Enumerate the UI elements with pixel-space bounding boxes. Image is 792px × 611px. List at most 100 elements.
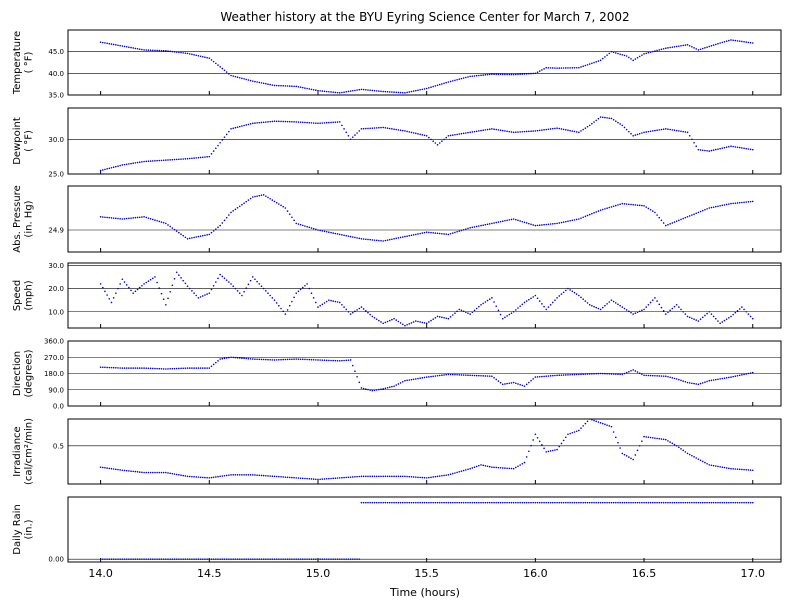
data-point-temperature xyxy=(645,52,648,55)
data-point-rain xyxy=(515,501,517,504)
data-point-pressure xyxy=(573,219,576,221)
data-point-pressure xyxy=(667,223,669,226)
data-point-pressure xyxy=(180,233,182,235)
data-point-speed xyxy=(493,301,495,303)
data-point-pressure xyxy=(191,237,193,239)
data-point-temperature xyxy=(336,91,339,94)
data-point-direction xyxy=(434,375,437,377)
data-point-direction xyxy=(678,378,680,381)
data-point-speed xyxy=(662,310,665,312)
data-point-temperature xyxy=(125,46,128,48)
data-point-speed xyxy=(125,284,128,286)
data-point-temperature xyxy=(630,58,632,60)
data-point-irradiance xyxy=(356,475,358,478)
data-point-temperature xyxy=(512,73,515,76)
data-point-rain xyxy=(397,501,400,504)
data-point-pressure xyxy=(521,220,524,223)
data-point-direction xyxy=(371,389,374,392)
data-point-direction xyxy=(428,376,430,378)
data-point-direction xyxy=(341,359,343,362)
data-point-speed xyxy=(686,315,689,318)
data-point-pressure xyxy=(530,223,532,226)
data-point-pressure xyxy=(173,228,176,231)
data-point-dewpoint xyxy=(580,130,582,132)
data-point-rain xyxy=(378,501,380,504)
data-point-pressure xyxy=(743,201,745,204)
data-point-temperature xyxy=(132,47,135,49)
data-point-temperature xyxy=(447,81,450,83)
data-point-rain xyxy=(630,501,632,504)
data-point-dewpoint xyxy=(632,134,634,137)
data-point-speed xyxy=(149,278,152,281)
data-point-dewpoint xyxy=(706,150,708,152)
data-point-pressure xyxy=(330,231,332,234)
y-tick-label-direction: 180.0 xyxy=(44,370,64,378)
data-point-speed xyxy=(299,288,302,291)
data-point-speed xyxy=(165,303,167,306)
data-point-speed xyxy=(251,276,254,278)
data-point-irradiance xyxy=(604,423,606,426)
data-point-dewpoint xyxy=(180,158,182,160)
data-point-speed xyxy=(456,310,458,313)
data-point-irradiance xyxy=(188,475,191,478)
data-point-speed xyxy=(458,308,461,311)
data-point-direction xyxy=(265,358,267,361)
data-point-pressure xyxy=(108,216,111,219)
data-point-pressure xyxy=(638,204,641,207)
data-point-direction xyxy=(717,378,719,381)
data-point-direction xyxy=(284,358,287,361)
data-point-irradiance xyxy=(621,452,624,455)
data-point-temperature xyxy=(747,41,750,44)
data-point-direction xyxy=(143,367,145,369)
data-point-pressure xyxy=(606,207,608,210)
data-point-direction xyxy=(278,358,280,361)
data-point-irradiance xyxy=(162,471,165,474)
data-point-speed xyxy=(238,292,241,294)
data-point-rain xyxy=(167,558,169,560)
data-point-temperature xyxy=(121,45,124,47)
data-point-pressure xyxy=(708,207,711,209)
data-point-dewpoint xyxy=(371,127,374,129)
data-point-speed xyxy=(154,276,156,278)
data-point-temperature xyxy=(588,63,591,65)
panel-frame-pressure xyxy=(67,185,782,253)
data-point-pressure xyxy=(512,218,515,220)
data-point-pressure xyxy=(128,217,130,220)
data-point-pressure xyxy=(165,222,167,225)
data-point-irradiance xyxy=(506,467,508,470)
data-point-speed xyxy=(634,312,637,314)
data-point-dewpoint xyxy=(475,130,478,133)
data-point-speed xyxy=(130,289,132,292)
data-point-temperature xyxy=(212,60,215,63)
data-point-temperature xyxy=(732,39,734,42)
data-point-speed xyxy=(556,297,558,299)
data-point-direction xyxy=(399,382,402,384)
data-point-pressure xyxy=(501,220,504,222)
data-point-direction xyxy=(682,380,684,382)
data-point-direction xyxy=(732,375,734,378)
data-point-dewpoint xyxy=(425,134,428,137)
data-point-pressure xyxy=(438,232,441,235)
data-point-pressure xyxy=(295,222,298,225)
data-point-irradiance xyxy=(412,476,415,478)
data-point-rain xyxy=(591,501,593,504)
data-point-dewpoint xyxy=(147,160,150,163)
data-point-direction xyxy=(536,376,539,378)
data-point-dewpoint xyxy=(256,122,258,124)
data-point-irradiance xyxy=(249,474,252,476)
y-tick-label-direction: 360.0 xyxy=(44,338,64,346)
data-point-rain xyxy=(265,558,267,560)
data-point-temperature xyxy=(301,86,304,89)
data-point-irradiance xyxy=(643,435,645,438)
data-point-speed xyxy=(278,304,280,307)
data-point-speed xyxy=(712,315,715,318)
data-point-dewpoint xyxy=(395,128,398,131)
data-point-irradiance xyxy=(193,476,195,478)
data-point-pressure xyxy=(645,206,648,208)
data-point-pressure xyxy=(699,210,702,213)
data-point-direction xyxy=(697,383,700,386)
data-point-speed xyxy=(210,288,213,291)
data-point-irradiance xyxy=(284,476,287,478)
data-point-rain xyxy=(712,501,715,504)
data-point-speed xyxy=(425,322,428,325)
